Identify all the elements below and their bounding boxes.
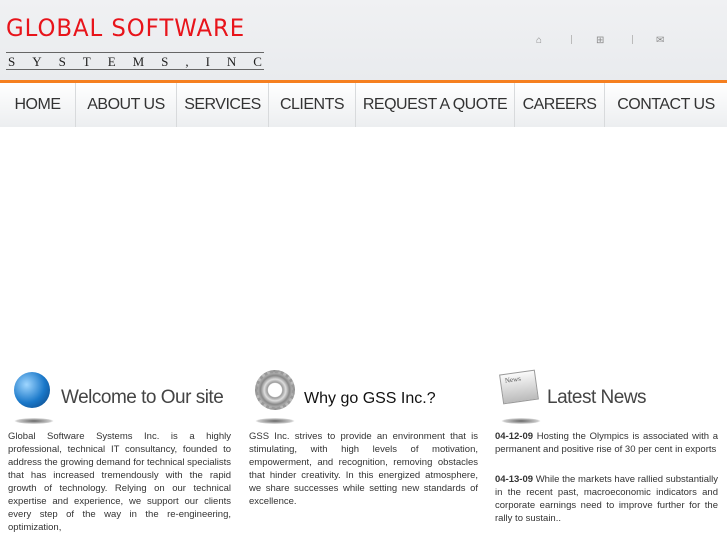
logo-letter: N	[226, 54, 237, 69]
logo-letter: C	[253, 54, 262, 69]
nav-home[interactable]: HOME	[0, 83, 76, 127]
section-title: Latest News	[547, 387, 647, 408]
logo-letter: ,	[185, 54, 189, 69]
logo-letter: M	[132, 54, 145, 69]
divider	[632, 35, 633, 44]
section-text: Global Software Systems Inc. is a highly…	[8, 431, 231, 533]
home-icon[interactable]: ⌂	[536, 35, 542, 46]
divider	[571, 35, 572, 44]
nav-services[interactable]: SERVICES	[177, 83, 269, 127]
nav-request-a-quote[interactable]: REQUEST A QUOTE	[356, 83, 515, 127]
logo[interactable]: GLOBAL SOFTWARE	[6, 14, 245, 42]
logo-letter: S	[161, 54, 169, 69]
newspaper-icon: News	[499, 369, 539, 405]
logo-letter: Y	[32, 54, 42, 69]
header: GLOBAL SOFTWARE S Y S T E M S, I N C ⌂ ⊞ ✉	[0, 0, 727, 80]
logo-letter: I	[205, 54, 210, 69]
shadow-decoration	[255, 418, 295, 424]
section-title: Why go GSS Inc.?	[304, 390, 436, 407]
nav-about-us[interactable]: ABOUT US	[76, 83, 177, 127]
main-nav: HOME ABOUT US SERVICES CLIENTS REQUEST A…	[0, 83, 727, 127]
news-date: 04-13-09	[495, 474, 534, 485]
section-text: GSS Inc. strives to provide an environme…	[249, 431, 478, 507]
gear-icon	[255, 370, 295, 410]
section-title: Welcome to Our site	[61, 387, 224, 408]
news-date: 04-12-09	[495, 431, 534, 442]
logo-subtitle: S Y S T E M S, I N C	[6, 52, 264, 70]
logo-letter: S	[8, 54, 16, 69]
globe-icon	[14, 372, 50, 408]
news-item[interactable]: 04-13-09 While the markets have rallied …	[495, 473, 718, 525]
shadow-decoration	[14, 418, 54, 424]
news-item[interactable]: 04-12-09 Hosting the Olympics is associa…	[495, 430, 718, 456]
nav-careers[interactable]: CAREERS	[515, 83, 605, 127]
logo-letter: E	[107, 54, 116, 69]
logo-letter: S	[58, 54, 66, 69]
nav-clients[interactable]: CLIENTS	[269, 83, 356, 127]
nav-contact-us[interactable]: CONTACT US	[605, 83, 727, 127]
mail-icon[interactable]: ✉	[656, 35, 664, 46]
shadow-decoration	[501, 418, 541, 424]
logo-letter: T	[82, 54, 91, 69]
sitemap-icon[interactable]: ⊞	[596, 35, 604, 46]
